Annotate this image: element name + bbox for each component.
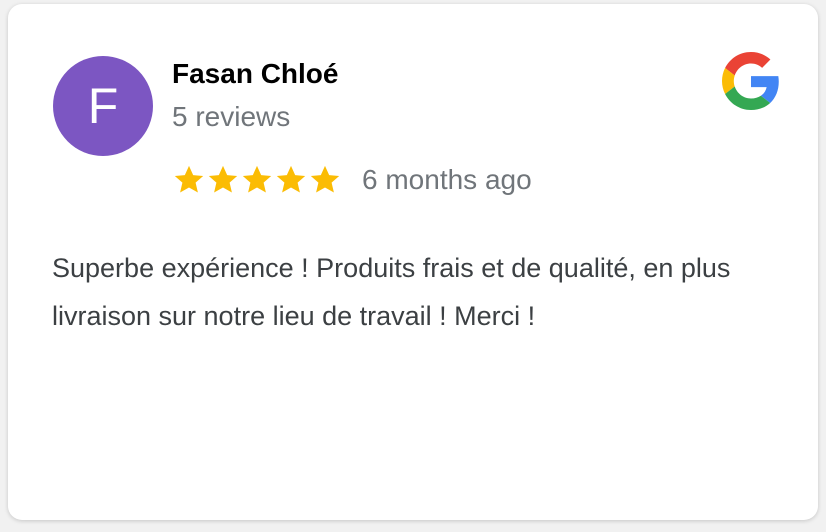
star-icon: [208, 165, 238, 193]
star-icon: [174, 165, 204, 193]
avatar: F: [53, 56, 153, 156]
review-count: 5 reviews: [172, 101, 291, 132]
star-rating: [172, 163, 342, 197]
star-icon: [276, 165, 306, 193]
star-icon: [310, 165, 340, 193]
rating-row: 6 months ago: [172, 160, 532, 200]
google-logo-icon: [722, 52, 779, 110]
reviewer-name[interactable]: Fasan Chloé: [172, 58, 338, 90]
review-card: F Fasan Chloé 5 reviews 6 months ago Sup…: [8, 4, 818, 520]
review-text: Superbe expérience ! Produits frais et d…: [52, 253, 731, 331]
review-time: 6 months ago: [362, 164, 532, 195]
star-icon: [242, 165, 272, 193]
